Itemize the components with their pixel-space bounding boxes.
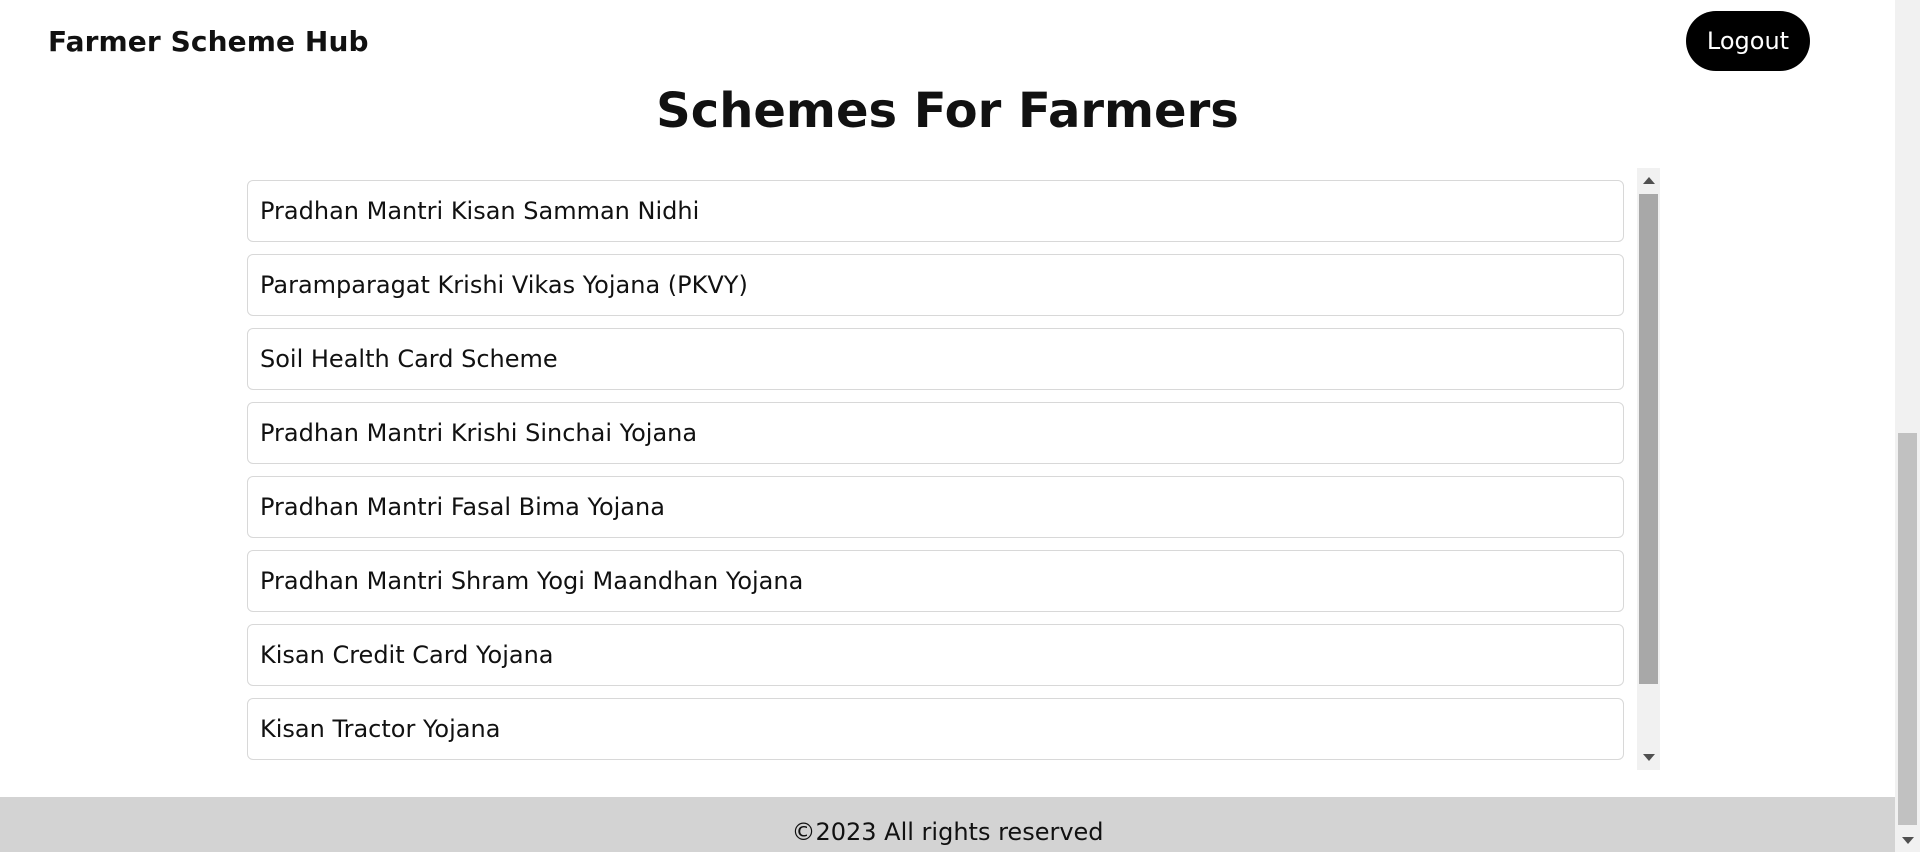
scheme-item[interactable]: Soil Health Card Scheme (247, 328, 1624, 390)
scheme-item[interactable]: Kisan Tractor Yojana (247, 698, 1624, 760)
scheme-list-container: Pradhan Mantri Kisan Samman Nidhi Paramp… (247, 168, 1660, 770)
scheme-list: Pradhan Mantri Kisan Samman Nidhi Paramp… (247, 180, 1624, 770)
scroll-down-arrow-icon[interactable] (1902, 837, 1914, 844)
scheme-item[interactable]: Pradhan Mantri Kisan Samman Nidhi (247, 180, 1624, 242)
footer-copyright: ©2023 All rights reserved (791, 818, 1104, 846)
scroll-up-arrow-icon[interactable] (1643, 177, 1655, 184)
brand-title: Farmer Scheme Hub (48, 25, 369, 58)
page-scrollbar[interactable] (1895, 0, 1920, 852)
scroll-down-arrow-icon[interactable] (1643, 754, 1655, 761)
scheme-item[interactable]: Kisan Credit Card Yojana (247, 624, 1624, 686)
page-scrollbar-thumb[interactable] (1898, 433, 1917, 825)
page: Farmer Scheme Hub Logout Schemes For Far… (0, 0, 1920, 852)
scheme-item[interactable]: Paramparagat Krishi Vikas Yojana (PKVY) (247, 254, 1624, 316)
page-title: Schemes For Farmers (656, 83, 1239, 139)
scheme-item[interactable]: Pradhan Mantri Shram Yogi Maandhan Yojan… (247, 550, 1624, 612)
footer: ©2023 All rights reserved (0, 797, 1895, 852)
scheme-list-scrollbar-thumb[interactable] (1639, 194, 1658, 684)
main-content: Farmer Scheme Hub Logout Schemes For Far… (0, 0, 1895, 852)
scheme-item[interactable]: Pradhan Mantri Krishi Sinchai Yojana (247, 402, 1624, 464)
scheme-list-scrollbar[interactable] (1637, 168, 1660, 770)
logout-button[interactable]: Logout (1686, 11, 1810, 71)
scheme-item[interactable]: Pradhan Mantri Fasal Bima Yojana (247, 476, 1624, 538)
